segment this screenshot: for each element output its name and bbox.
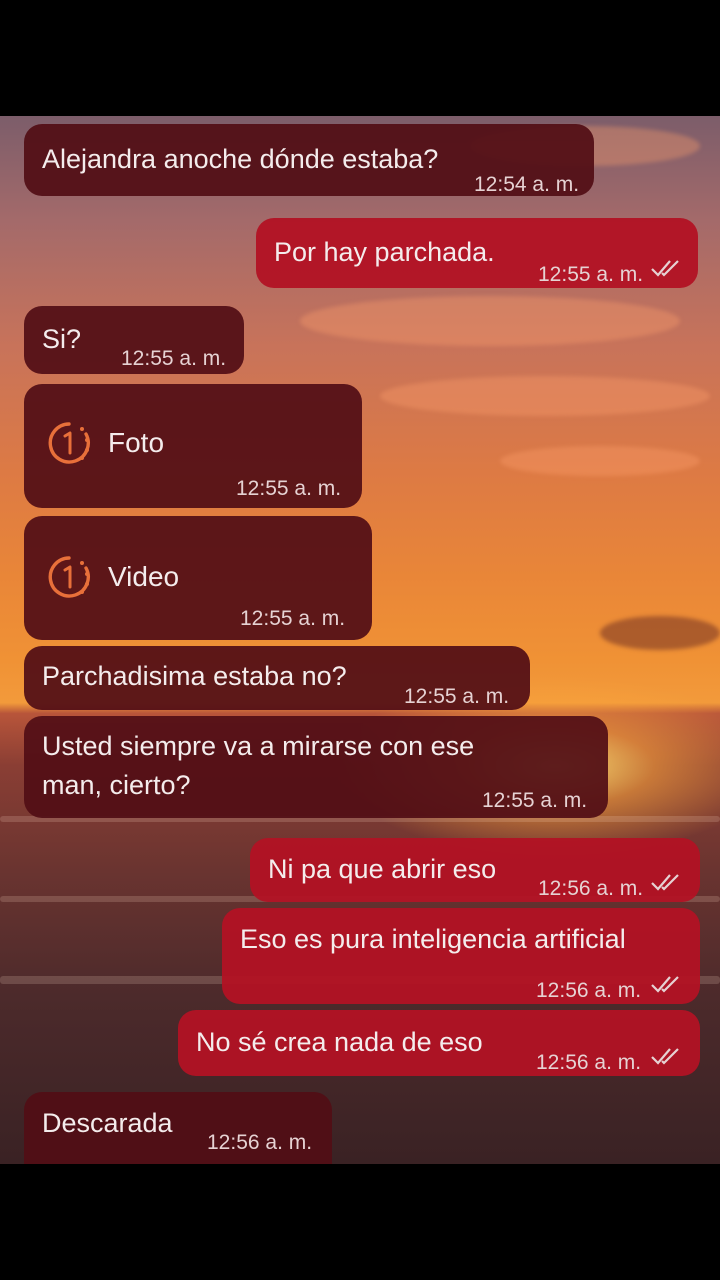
read-ticks-icon [651, 976, 679, 993]
message-time: 12:56 a. m. [536, 979, 642, 1002]
incoming-message[interactable]: Si? 12:55 a. m. [24, 306, 244, 374]
cloud [600, 616, 720, 650]
read-ticks-icon [651, 1048, 679, 1065]
outgoing-message[interactable]: Ni pa que abrir eso 12:56 a. m. [250, 838, 700, 902]
media-label: Video [108, 561, 180, 592]
message-text: Eso es pura inteligencia artificial [240, 924, 626, 954]
incoming-message[interactable]: Parchadisima estaba no? 12:55 a. m. [24, 646, 530, 710]
view-once-icon [48, 422, 90, 464]
message-text: Parchadisima estaba no? [42, 661, 347, 691]
read-ticks-icon [651, 874, 679, 891]
message-time: 12:55 a. m. [538, 263, 644, 286]
message-text: No sé crea nada de eso [196, 1027, 483, 1057]
incoming-message[interactable]: Alejandra anoche dónde estaba? 12:54 a. … [24, 124, 594, 196]
view-once-icon [48, 556, 90, 598]
message-text: Por hay parchada. [274, 237, 495, 267]
message-time: 12:56 a. m. [538, 877, 644, 900]
message-text-line1: Usted siempre va a mirarse con ese [42, 731, 475, 761]
message-time: 12:55 a. m. [121, 347, 227, 370]
message-text: Alejandra anoche dónde estaba? [42, 144, 439, 174]
message-time: 12:54 a. m. [474, 173, 580, 196]
message-time: 12:56 a. m. [207, 1131, 313, 1154]
outgoing-message[interactable]: Por hay parchada. 12:55 a. m. [256, 218, 698, 288]
message-text: Ni pa que abrir eso [268, 854, 497, 884]
message-time: 12:55 a. m. [482, 789, 588, 812]
incoming-message[interactable]: Usted siempre va a mirarse con ese man, … [24, 716, 608, 818]
media-label: Foto [108, 427, 165, 458]
cloud [300, 296, 680, 346]
message-time: 12:55 a. m. [404, 685, 510, 708]
message-time: 12:55 a. m. [240, 607, 346, 630]
chat-area[interactable]: Alejandra anoche dónde estaba? 12:54 a. … [0, 116, 720, 1164]
outgoing-message[interactable]: No sé crea nada de eso 12:56 a. m. [178, 1010, 700, 1076]
message-text: Descarada [42, 1108, 173, 1138]
view-once-video-message[interactable]: Video 12:55 a. m. [24, 516, 372, 640]
cloud [380, 376, 710, 416]
message-text: Si? [42, 324, 82, 354]
incoming-message[interactable]: Descarada 12:56 a. m. [24, 1092, 332, 1164]
cloud [500, 446, 700, 476]
read-ticks-icon [651, 260, 679, 277]
message-time: 12:56 a. m. [536, 1051, 642, 1074]
outgoing-message[interactable]: Eso es pura inteligencia artificial 12:5… [222, 908, 700, 1004]
view-once-photo-message[interactable]: Foto 12:55 a. m. [24, 384, 362, 508]
message-time: 12:55 a. m. [236, 477, 342, 500]
message-text-line2: man, cierto? [42, 770, 191, 800]
